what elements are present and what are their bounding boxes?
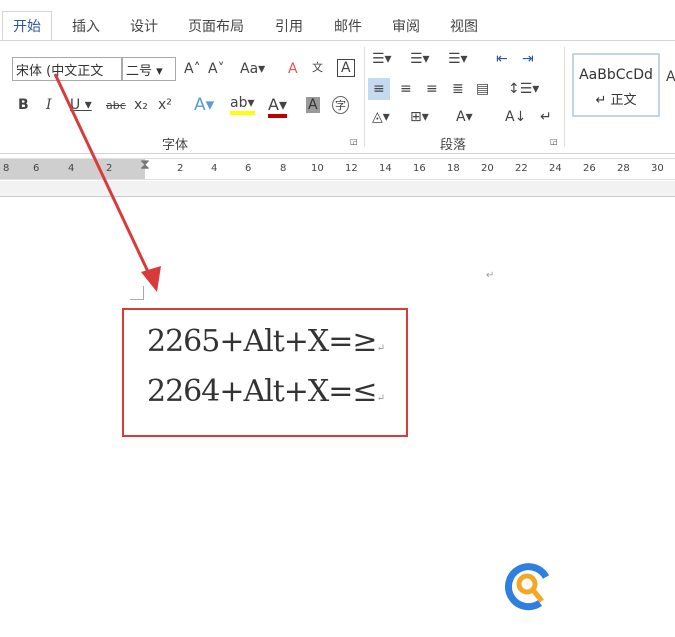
watermark-logo	[500, 555, 670, 615]
annotation-arrow	[53, 73, 161, 292]
logo-icon	[505, 563, 550, 611]
